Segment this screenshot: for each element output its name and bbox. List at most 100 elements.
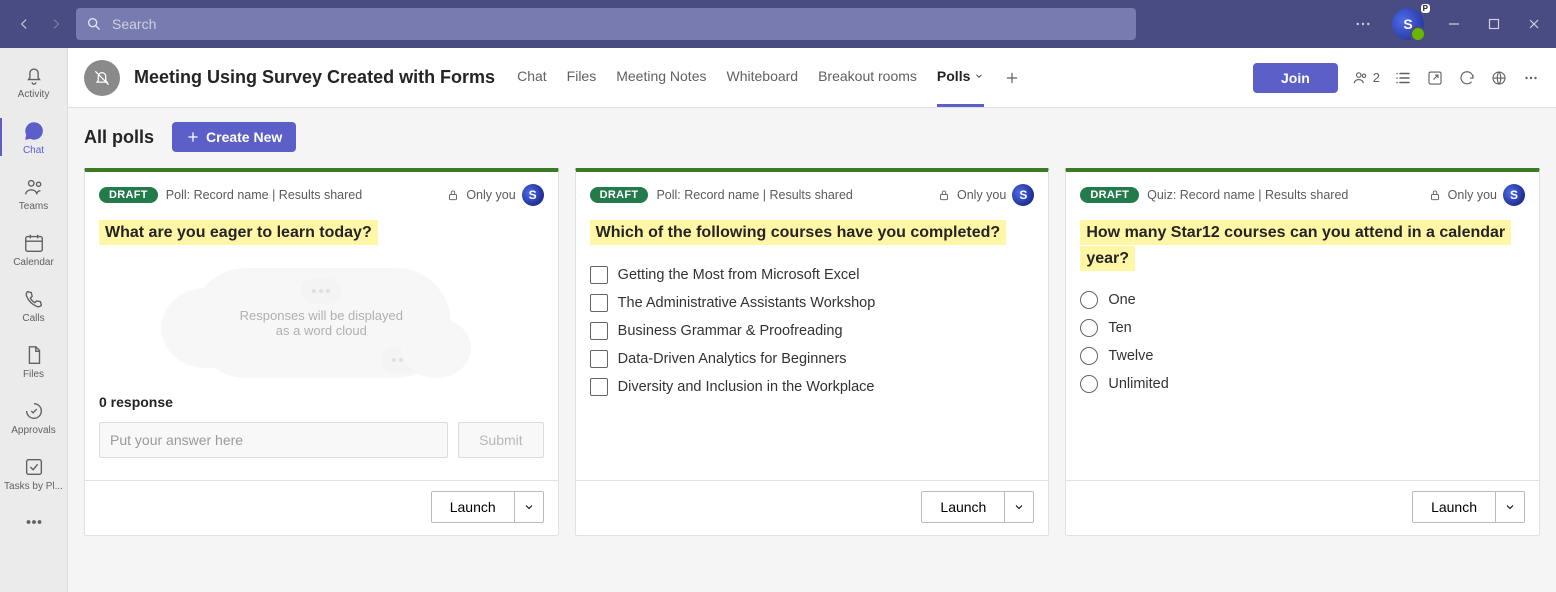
poll-question: What are you eager to learn today? — [99, 220, 378, 245]
rail-calendar[interactable]: Calendar — [0, 222, 67, 276]
bell-icon — [22, 63, 46, 87]
radio-icon — [1080, 319, 1098, 337]
popout-icon[interactable] — [1426, 69, 1444, 87]
draft-badge: DRAFT — [99, 187, 158, 203]
nav-forward-button[interactable] — [44, 12, 68, 36]
join-button[interactable]: Join — [1253, 63, 1338, 93]
quiz-option[interactable]: Twelve — [1080, 347, 1525, 365]
draft-badge: DRAFT — [590, 187, 649, 203]
poll-option[interactable]: Diversity and Inclusion in the Workplace — [590, 378, 1035, 396]
draft-badge: DRAFT — [1080, 187, 1139, 203]
only-you-label: Only you — [466, 188, 515, 202]
rail-activity[interactable]: Activity — [0, 54, 67, 108]
lock-icon — [937, 188, 951, 202]
chat-icon — [22, 119, 46, 143]
add-tab-button[interactable] — [1004, 70, 1020, 86]
launch-split-button[interactable] — [1004, 492, 1033, 522]
author-avatar: S — [1012, 184, 1034, 206]
radio-icon — [1080, 291, 1098, 309]
answer-input[interactable] — [99, 422, 448, 458]
tab-breakout-rooms[interactable]: Breakout rooms — [818, 48, 917, 107]
poll-option[interactable]: Business Grammar & Proofreading — [590, 322, 1035, 340]
window-close-button[interactable] — [1524, 14, 1544, 34]
user-avatar[interactable]: S P — [1392, 8, 1424, 40]
rail-label: Approvals — [11, 425, 55, 436]
rail-tasks[interactable]: Tasks by Pl... — [0, 446, 67, 500]
only-you-label: Only you — [957, 188, 1006, 202]
meeting-header: Meeting Using Survey Created with Forms … — [68, 48, 1556, 108]
more-icon — [22, 510, 46, 534]
tab-chat[interactable]: Chat — [517, 48, 547, 107]
launch-button[interactable]: Launch — [1413, 492, 1495, 522]
window-maximize-button[interactable] — [1484, 14, 1504, 34]
avatar-badge: P — [1421, 4, 1430, 13]
rail-approvals[interactable]: Approvals — [0, 390, 67, 444]
rail-calls[interactable]: Calls — [0, 278, 67, 332]
quiz-option[interactable]: Ten — [1080, 319, 1525, 337]
checkbox-icon — [590, 322, 608, 340]
avatar-initial: S — [1403, 16, 1412, 32]
lock-icon — [446, 188, 460, 202]
participants-button[interactable]: 2 — [1352, 69, 1380, 87]
file-icon — [22, 343, 46, 367]
tab-meeting-notes[interactable]: Meeting Notes — [616, 48, 706, 107]
calendar-icon — [22, 231, 46, 255]
only-you-label: Only you — [1448, 188, 1497, 202]
author-avatar: S — [522, 184, 544, 206]
response-count: 0 response — [99, 394, 544, 410]
rail-files[interactable]: Files — [0, 334, 67, 388]
polls-heading: All polls — [84, 127, 154, 148]
rail-label: Calendar — [13, 257, 54, 268]
more-icon[interactable] — [1354, 15, 1372, 33]
more-icon[interactable] — [1522, 69, 1540, 87]
create-new-button[interactable]: Create New — [172, 122, 296, 152]
submit-button[interactable]: Submit — [458, 422, 544, 458]
tab-files[interactable]: Files — [567, 48, 597, 107]
refresh-icon[interactable] — [1458, 69, 1476, 87]
launch-button[interactable]: Launch — [432, 492, 514, 522]
meeting-title: Meeting Using Survey Created with Forms — [134, 67, 495, 88]
launch-split-button[interactable] — [1495, 492, 1524, 522]
card-meta: Poll: Record name | Results shared — [656, 188, 852, 202]
rail-label: Chat — [23, 145, 44, 156]
app-rail: Activity Chat Teams Calendar Calls — [0, 48, 68, 592]
rail-chat[interactable]: Chat — [0, 110, 67, 164]
window-minimize-button[interactable] — [1444, 14, 1464, 34]
create-label: Create New — [206, 129, 282, 145]
tab-whiteboard[interactable]: Whiteboard — [727, 48, 799, 107]
chevron-down-icon — [974, 71, 984, 81]
rail-teams[interactable]: Teams — [0, 166, 67, 220]
polls-content: All polls Create New DRAFT Poll: Record … — [68, 108, 1556, 592]
phone-icon — [22, 287, 46, 311]
card-meta: Quiz: Record name | Results shared — [1147, 188, 1348, 202]
rail-label: Teams — [19, 201, 48, 212]
launch-button[interactable]: Launch — [922, 492, 1004, 522]
participant-count: 2 — [1373, 70, 1380, 85]
search-input[interactable] — [110, 15, 1126, 33]
globe-icon[interactable] — [1490, 69, 1508, 87]
card-meta: Poll: Record name | Results shared — [166, 188, 362, 202]
poll-option[interactable]: Getting the Most from Microsoft Excel — [590, 266, 1035, 284]
tab-polls[interactable]: Polls — [937, 48, 984, 107]
rail-label: Activity — [18, 89, 50, 100]
tasks-icon — [22, 455, 46, 479]
poll-card: DRAFT Quiz: Record name | Results shared… — [1065, 168, 1540, 536]
search-box[interactable] — [76, 8, 1136, 40]
radio-icon — [1080, 375, 1098, 393]
nav-back-button[interactable] — [12, 12, 36, 36]
titlebar: S P — [0, 0, 1556, 48]
quiz-option[interactable]: Unlimited — [1080, 375, 1525, 393]
checkbox-icon — [590, 378, 608, 396]
wordcloud-placeholder: Responses will be displayed as a word cl… — [99, 258, 544, 388]
list-icon[interactable] — [1394, 69, 1412, 87]
quiz-option[interactable]: One — [1080, 291, 1525, 309]
launch-split-button[interactable] — [514, 492, 543, 522]
author-avatar: S — [1503, 184, 1525, 206]
poll-question: Which of the following courses have you … — [590, 220, 1006, 245]
rail-more[interactable] — [0, 502, 67, 542]
poll-card: DRAFT Poll: Record name | Results shared… — [575, 168, 1050, 536]
poll-option[interactable]: Data-Driven Analytics for Beginners — [590, 350, 1035, 368]
meeting-avatar[interactable] — [84, 60, 120, 96]
poll-option[interactable]: The Administrative Assistants Workshop — [590, 294, 1035, 312]
radio-icon — [1080, 347, 1098, 365]
